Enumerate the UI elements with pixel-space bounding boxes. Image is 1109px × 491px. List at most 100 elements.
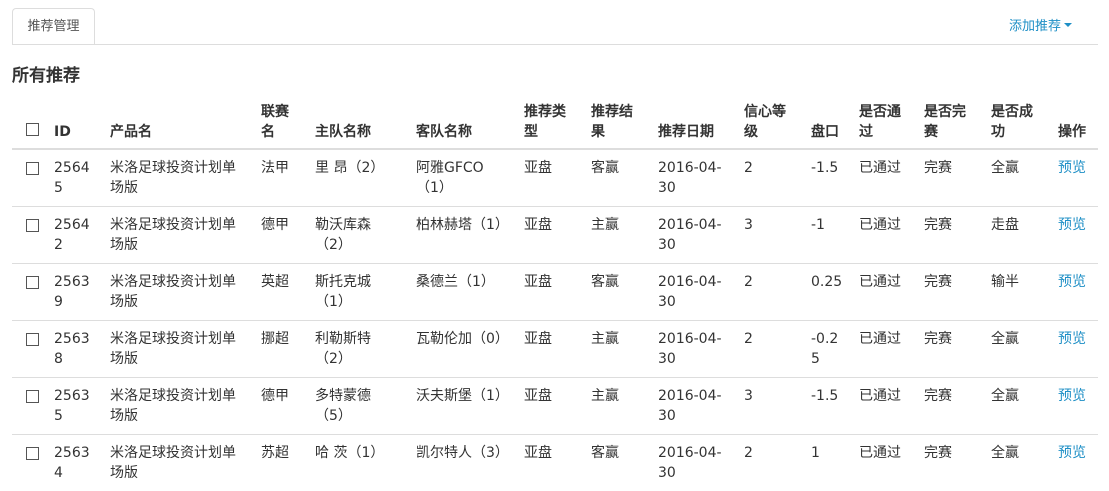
cell-confidence: 2: [736, 434, 803, 491]
cell-success: 全赢: [983, 320, 1050, 378]
row-checkbox[interactable]: [26, 390, 39, 403]
cell-recommend-date: 2016-04-30: [650, 148, 736, 207]
cell-product: 米洛足球投资计划单场版: [102, 263, 253, 321]
cell-recommend-type: 亚盘: [516, 263, 583, 321]
cell-recommend-date: 2016-04-30: [650, 320, 736, 378]
cell-confidence: 2: [736, 320, 803, 378]
cell-approved: 已通过: [851, 206, 916, 264]
cell-confidence: 3: [736, 377, 803, 435]
cell-handicap: 0.25: [803, 263, 851, 321]
cell-league: 法甲: [253, 148, 307, 207]
add-recommend-dropdown[interactable]: 添加推荐: [1009, 17, 1072, 37]
cell-product: 米洛足球投资计划单场版: [102, 148, 253, 207]
tab-bar: 推荐管理 添加推荐: [0, 0, 1098, 45]
header-product: 产品名: [102, 96, 253, 150]
header-action: 操作: [1050, 96, 1098, 150]
cell-finished: 完赛: [916, 434, 983, 491]
tab-recommend-management[interactable]: 推荐管理: [12, 8, 95, 45]
cell-away-team: 沃夫斯堡（1）: [408, 377, 516, 435]
cell-league: 挪超: [253, 320, 307, 378]
preview-link[interactable]: 预览: [1058, 445, 1086, 461]
cell-confidence: 2: [736, 148, 803, 207]
table-row: 25642 米洛足球投资计划单场版 德甲 勒沃库森（2） 柏林赫塔（1） 亚盘 …: [12, 206, 1098, 264]
cell-recommend-date: 2016-04-30: [650, 263, 736, 321]
cell-action: 预览: [1050, 206, 1098, 264]
row-checkbox[interactable]: [26, 447, 39, 460]
cell-confidence: 2: [736, 263, 803, 321]
cell-id: 25635: [46, 377, 102, 435]
table-header-row: ID 产品名 联赛名 主队名称 客队名称 推荐类型 推荐结果 推荐日期 信心等级…: [12, 96, 1098, 150]
cell-finished: 完赛: [916, 263, 983, 321]
cell-product: 米洛足球投资计划单场版: [102, 320, 253, 378]
cell-success: 走盘: [983, 206, 1050, 264]
cell-recommend-date: 2016-04-30: [650, 206, 736, 264]
cell-action: 预览: [1050, 148, 1098, 207]
cell-home-team: 斯托克城（1）: [307, 263, 408, 321]
cell-handicap: 1: [803, 434, 851, 491]
row-checkbox[interactable]: [26, 276, 39, 289]
cell-home-team: 哈 茨（1）: [307, 434, 408, 491]
cell-recommend-type: 亚盘: [516, 148, 583, 207]
row-checkbox[interactable]: [26, 219, 39, 232]
cell-away-team: 柏林赫塔（1）: [408, 206, 516, 264]
cell-handicap: -0.25: [803, 320, 851, 378]
cell-approved: 已通过: [851, 263, 916, 321]
cell-handicap: -1: [803, 206, 851, 264]
cell-handicap: -1.5: [803, 148, 851, 207]
header-id: ID: [46, 96, 102, 150]
header-handicap: 盘口: [803, 96, 851, 150]
header-success: 是否成功: [983, 96, 1050, 150]
cell-id: 25634: [46, 434, 102, 491]
preview-link[interactable]: 预览: [1058, 160, 1086, 176]
header-finished: 是否完赛: [916, 96, 983, 150]
cell-action: 预览: [1050, 434, 1098, 491]
cell-id: 25639: [46, 263, 102, 321]
page-title: 所有推荐: [12, 66, 80, 86]
header-approved: 是否通过: [851, 96, 916, 150]
row-checkbox[interactable]: [26, 162, 39, 175]
preview-link[interactable]: 预览: [1058, 217, 1086, 233]
cell-home-team: 里 昂（2）: [307, 148, 408, 207]
table-row: 25645 米洛足球投资计划单场版 法甲 里 昂（2） 阿雅GFCO（1） 亚盘…: [12, 148, 1098, 207]
header-recommend-result: 推荐结果: [583, 96, 650, 150]
cell-success: 全赢: [983, 377, 1050, 435]
cell-success: 全赢: [983, 148, 1050, 207]
row-checkbox[interactable]: [26, 333, 39, 346]
cell-home-team: 多特蒙德（5）: [307, 377, 408, 435]
preview-link[interactable]: 预览: [1058, 388, 1086, 404]
cell-recommend-result: 主赢: [583, 377, 650, 435]
cell-product: 米洛足球投资计划单场版: [102, 434, 253, 491]
cell-league: 苏超: [253, 434, 307, 491]
cell-finished: 完赛: [916, 206, 983, 264]
cell-away-team: 阿雅GFCO（1）: [408, 148, 516, 207]
header-recommend-date: 推荐日期: [650, 96, 736, 150]
cell-away-team: 瓦勒伦加（0）: [408, 320, 516, 378]
cell-recommend-date: 2016-04-30: [650, 377, 736, 435]
add-recommend-label: 添加推荐: [1008, 19, 1061, 34]
select-all-cell: [12, 96, 46, 150]
header-away-team: 客队名称: [408, 96, 516, 150]
cell-home-team: 利勒斯特（2）: [307, 320, 408, 378]
cell-away-team: 凯尔特人（3）: [408, 434, 516, 491]
preview-link[interactable]: 预览: [1058, 331, 1086, 347]
cell-finished: 完赛: [916, 320, 983, 378]
row-select-cell: [12, 377, 46, 435]
cell-product: 米洛足球投资计划单场版: [102, 206, 253, 264]
tab-divider: [12, 44, 1098, 45]
select-all-checkbox[interactable]: [26, 123, 39, 136]
cell-id: 25638: [46, 320, 102, 378]
cell-finished: 完赛: [916, 148, 983, 207]
cell-away-team: 桑德兰（1）: [408, 263, 516, 321]
cell-recommend-result: 客赢: [583, 434, 650, 491]
preview-link[interactable]: 预览: [1058, 274, 1086, 290]
cell-action: 预览: [1050, 263, 1098, 321]
header-recommend-type: 推荐类型: [516, 96, 583, 150]
table-row: 25639 米洛足球投资计划单场版 英超 斯托克城（1） 桑德兰（1） 亚盘 客…: [12, 263, 1098, 321]
cell-approved: 已通过: [851, 377, 916, 435]
cell-id: 25642: [46, 206, 102, 264]
cell-home-team: 勒沃库森（2）: [307, 206, 408, 264]
cell-league: 德甲: [253, 206, 307, 264]
recommendations-table: ID 产品名 联赛名 主队名称 客队名称 推荐类型 推荐结果 推荐日期 信心等级…: [12, 96, 1098, 491]
cell-recommend-type: 亚盘: [516, 434, 583, 491]
cell-approved: 已通过: [851, 320, 916, 378]
